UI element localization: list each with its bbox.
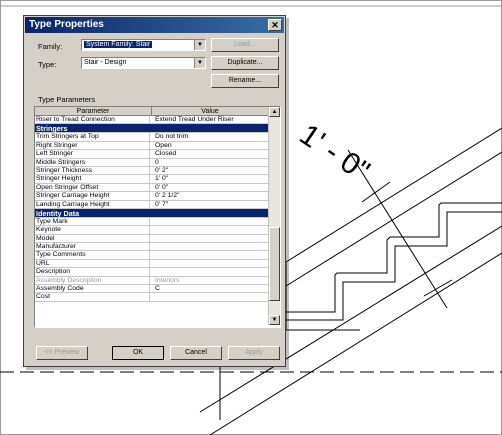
parameter-cell: Open Stringer Offset (36, 183, 150, 193)
parameter-cell: Trim Stringers at Top (36, 133, 150, 142)
table-row[interactable]: Riser to Tread Connection Extend Tread Un… (35, 116, 268, 125)
value-cell[interactable]: Closed (155, 150, 267, 158)
chevron-down-icon[interactable]: ▼ (194, 40, 205, 50)
parameter-cell: Left Stringer (36, 150, 150, 159)
load-button[interactable]: Load... (211, 38, 279, 52)
table-row[interactable]: Open Stringer Offset 0' 0" (35, 183, 268, 193)
parameter-cell: Stringers (36, 124, 68, 133)
value-cell[interactable]: C (155, 285, 267, 293)
table-row[interactable]: Middle Stringers 0 (35, 158, 268, 167)
family-dropdown[interactable]: System Family: Stair ▼ (81, 39, 206, 51)
table-row[interactable]: Stringer Carriage Height 0' 2 1/2" (35, 192, 268, 201)
table-row[interactable]: Model (35, 234, 268, 244)
parameter-cell: Type Mark (36, 217, 150, 227)
parameter-cell: Type Comments (36, 251, 150, 260)
duplicate-button[interactable]: Duplicate... (211, 56, 279, 70)
dialog-title: Type Properties (29, 19, 104, 30)
value-cell[interactable]: 0 (155, 159, 267, 167)
value-cell[interactable]: Interiors (155, 277, 267, 285)
dialog-titlebar[interactable]: Type Properties ✕ (25, 17, 284, 33)
scroll-thumb[interactable] (269, 227, 280, 301)
value-cell[interactable]: 0' 2" (155, 167, 267, 175)
close-icon[interactable]: ✕ (268, 19, 282, 31)
parameter-cell: Riser to Tread Connection (36, 116, 150, 125)
group-header-row[interactable]: Stringers (35, 124, 268, 134)
column-header-value[interactable]: Value (152, 107, 268, 116)
table-row[interactable]: Type Comments (35, 251, 268, 260)
parameter-cell: Cost (36, 293, 150, 302)
parameter-cell: Identity Data (36, 208, 80, 218)
vertical-scrollbar[interactable]: ▲ ▼ (268, 107, 280, 325)
table-row[interactable]: Stringer Height 1' 0" (35, 175, 268, 184)
type-parameters-label: Type Parameters (38, 95, 96, 104)
scroll-up-icon[interactable]: ▲ (269, 107, 280, 117)
value-cell[interactable]: 0' 2 1/2" (155, 192, 267, 200)
rename-button[interactable]: Rename... (211, 74, 279, 88)
parameter-cell: Stringer Carriage Height (36, 192, 150, 201)
parameter-cell: Right Stringer (36, 141, 150, 151)
family-label: Family: (38, 42, 63, 51)
value-cell[interactable]: 1' 0" (155, 175, 267, 183)
ok-button[interactable]: OK (112, 346, 164, 360)
parameter-cell: Landing Carriage Height (36, 200, 150, 209)
parameter-cell: Model (36, 234, 150, 244)
type-properties-dialog: Type Properties ✕ Family: System Family:… (23, 15, 286, 367)
value-cell[interactable]: Do not trim (155, 133, 267, 141)
table-row[interactable]: Trim Stringers at Top Do not trim (35, 133, 268, 142)
table-row[interactable]: Type Mark (35, 217, 268, 227)
table-row[interactable]: Manufacturer (35, 243, 268, 252)
parameter-cell: Manufacturer (36, 243, 150, 252)
parameter-cell: Middle Stringers (36, 158, 150, 167)
table-row[interactable]: Assembly Code C (35, 285, 268, 294)
value-cell[interactable]: Extend Tread Under Riser (155, 116, 267, 124)
table-row[interactable]: Assembly Description Interiors (35, 276, 268, 286)
chevron-down-icon[interactable]: ▼ (194, 58, 205, 68)
table-rows: Riser to Tread Connection Extend Tread Un… (35, 116, 268, 302)
group-header-row[interactable]: Identity Data (35, 208, 268, 218)
table-row[interactable]: Left Stringer Closed (35, 150, 268, 159)
column-header-parameter[interactable]: Parameter (35, 107, 152, 116)
preview-button[interactable]: << Preview (36, 346, 88, 360)
scroll-down-icon[interactable]: ▼ (269, 315, 280, 325)
type-value: Stair - Design (84, 59, 127, 66)
parameter-cell: Keynote (36, 226, 150, 235)
type-label: Type: (38, 60, 57, 69)
parameter-cell: URL (36, 259, 150, 269)
parameter-cell: Description (36, 268, 150, 277)
value-cell[interactable]: 0' 7" (155, 201, 267, 209)
parameter-cell: Stringer Thickness (36, 166, 150, 176)
parameter-cell: Assembly Description (36, 276, 150, 286)
parameter-cell: Assembly Code (36, 285, 150, 294)
table-row[interactable]: Description (35, 268, 268, 277)
apply-button[interactable]: Apply (228, 346, 280, 360)
parameters-table: Parameter Value Riser to Tread Connectio… (34, 106, 281, 328)
parameter-cell: Stringer Height (36, 175, 150, 184)
value-cell[interactable]: Open (155, 142, 267, 150)
table-row[interactable]: Keynote (35, 226, 268, 235)
value-cell[interactable]: 0' 0" (155, 184, 267, 192)
cancel-button[interactable]: Cancel (170, 346, 222, 360)
type-dropdown[interactable]: Stair - Design ▼ (81, 57, 206, 69)
table-row[interactable]: Stringer Thickness 0' 2" (35, 166, 268, 176)
table-header: Parameter Value (35, 107, 268, 116)
table-row[interactable]: Cost (35, 293, 268, 302)
table-row[interactable]: Landing Carriage Height 0' 7" (35, 200, 268, 209)
table-row[interactable]: URL (35, 259, 268, 269)
table-row[interactable]: Right Stringer Open (35, 141, 268, 151)
family-value: System Family: Stair (84, 41, 153, 48)
